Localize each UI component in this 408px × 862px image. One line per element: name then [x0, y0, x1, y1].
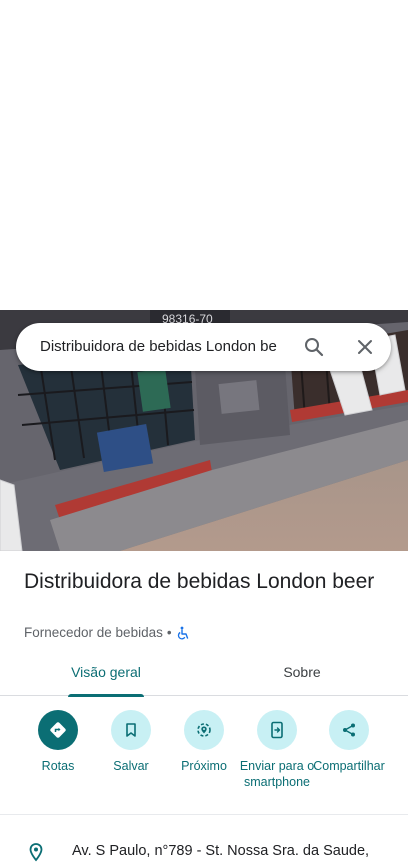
save-label: Salvar [113, 759, 149, 773]
place-title: Distribuidora de bebidas London beer [24, 570, 375, 593]
search-bar[interactable]: Distribuidora de bebidas London be [16, 323, 391, 371]
directions-icon [38, 710, 78, 750]
tab-overview[interactable]: Visão geral [68, 652, 144, 697]
nearby-icon [184, 710, 224, 750]
share-button[interactable]: Compartilhar [312, 710, 386, 774]
tab-about-label: Sobre [283, 664, 321, 680]
nearby-button[interactable]: Próximo [164, 710, 244, 774]
address-row[interactable]: Av. S Paulo, n°789 - St. Nossa Sra. da S… [0, 816, 408, 862]
place-subtitle: Fornecedor de bebidas • [24, 624, 190, 642]
save-button[interactable]: Salvar [91, 710, 171, 774]
directions-button[interactable]: Rotas [18, 710, 98, 774]
tab-overview-label: Visão geral [71, 664, 141, 680]
share-label: Compartilhar [313, 759, 385, 773]
send-to-phone-icon [257, 710, 297, 750]
wheelchair-icon [176, 626, 190, 640]
address-text: Av. S Paulo, n°789 - St. Nossa Sra. da S… [72, 843, 370, 859]
close-icon[interactable] [353, 335, 377, 359]
place-category: Fornecedor de bebidas [24, 625, 163, 640]
separator-dot: • [166, 625, 172, 640]
nearby-label: Próximo [181, 759, 227, 773]
action-buttons-row: Rotas Salvar Próximo Enviar para o smart… [0, 697, 408, 815]
send-to-phone-label: Enviar para o smartphone [239, 759, 315, 789]
location-pin-icon [26, 842, 46, 862]
directions-label: Rotas [41, 759, 75, 773]
map-blank-area [0, 0, 408, 310]
search-icon[interactable] [302, 335, 326, 359]
share-icon [329, 710, 369, 750]
tab-bar: Visão geral Sobre [0, 652, 408, 697]
tab-about[interactable]: Sobre [262, 652, 342, 696]
send-to-phone-button[interactable]: Enviar para o smartphone [237, 710, 317, 790]
bookmark-icon [111, 710, 151, 750]
search-input[interactable]: Distribuidora de bebidas London be [40, 337, 302, 357]
